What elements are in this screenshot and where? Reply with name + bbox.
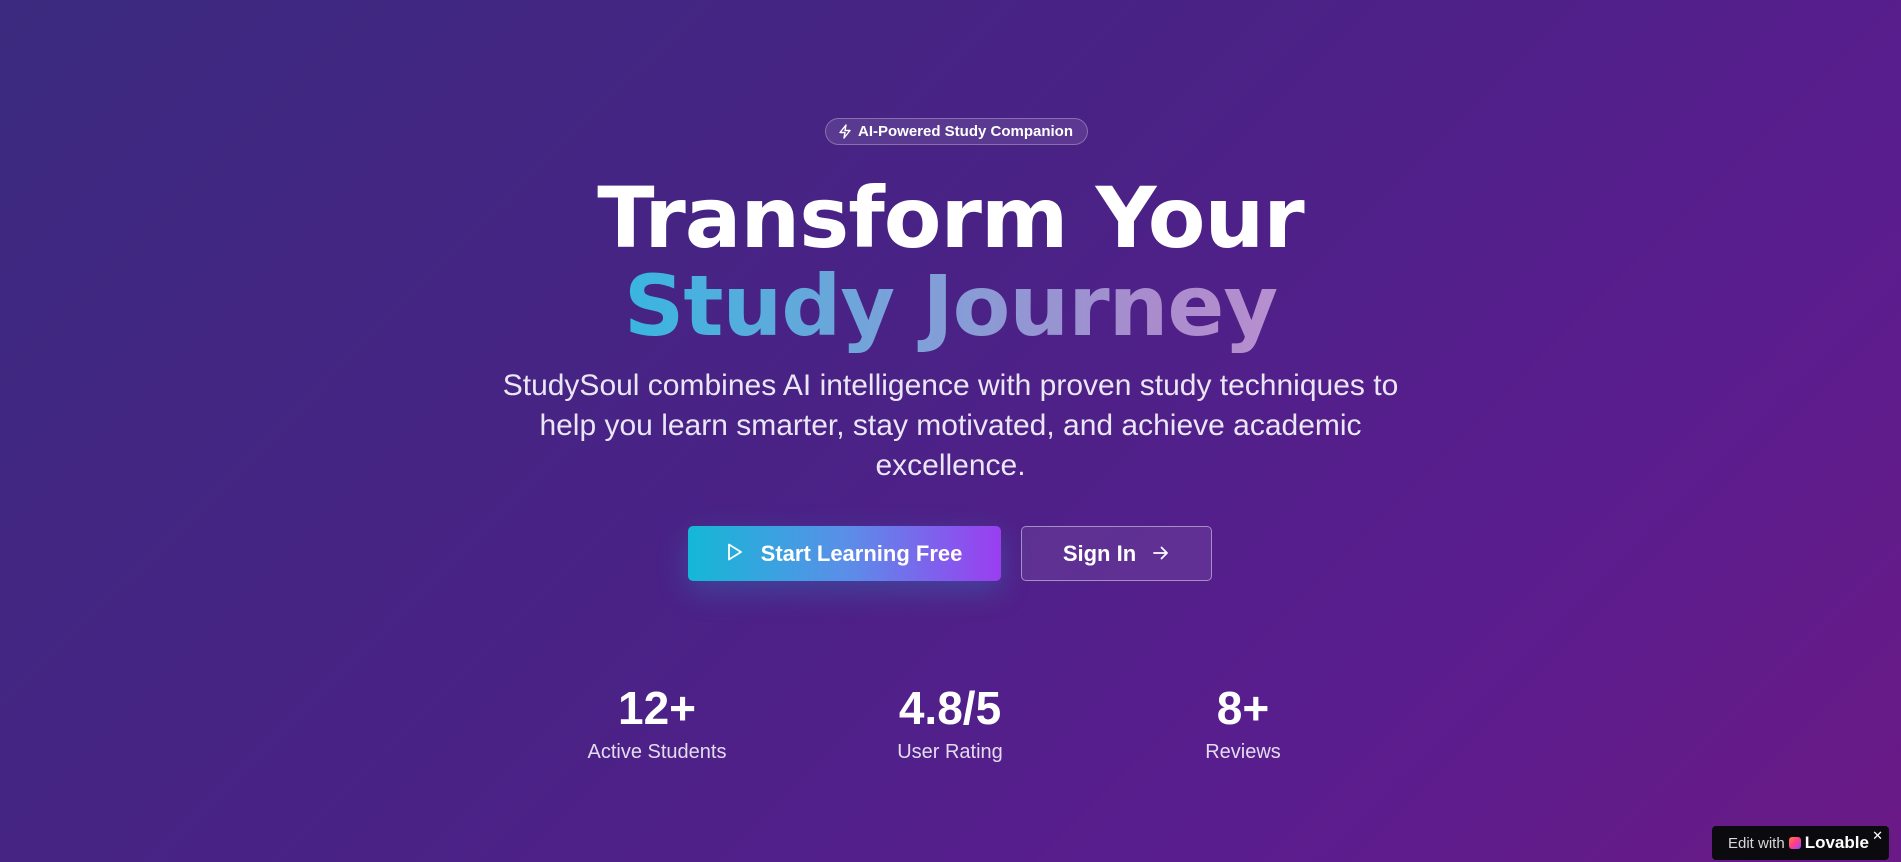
play-icon xyxy=(727,541,743,567)
arrow-right-icon xyxy=(1152,541,1170,567)
headline-line-2: Study Journey xyxy=(0,256,1901,356)
start-learning-button[interactable]: Start Learning Free xyxy=(688,526,1001,581)
edit-with-lovable-badge[interactable]: Edit with Lovable ✕ xyxy=(1712,826,1889,860)
headline-gradient-text: Study Journey xyxy=(623,257,1278,355)
lovable-brand: Lovable xyxy=(1804,833,1869,852)
lovable-prefix: Edit with xyxy=(1728,834,1785,852)
stat-value: 12+ xyxy=(617,682,697,734)
sign-in-label: Sign In xyxy=(1062,540,1137,566)
stat-label: Reviews xyxy=(1205,741,1281,763)
stat-value: 8+ xyxy=(1216,682,1270,734)
ai-badge-label: AI-Powered Study Companion xyxy=(858,123,1074,140)
stat-value: 4.8/5 xyxy=(898,682,1002,734)
lightning-icon xyxy=(838,124,852,139)
lovable-logo-icon xyxy=(1788,837,1801,849)
stat-user-rating: 4.8/5 User Rating xyxy=(850,678,1050,766)
headline-line-1: Transform Your xyxy=(597,169,1304,267)
ai-badge: AI-Powered Study Companion xyxy=(825,118,1089,145)
stat-label: Active Students xyxy=(587,741,727,763)
stat-reviews: 8+ Reviews xyxy=(1143,678,1343,766)
stat-active-students: 12+ Active Students xyxy=(557,678,757,766)
hero-section: AI-Powered Study Companion Transform You… xyxy=(0,0,1901,862)
start-learning-label: Start Learning Free xyxy=(760,540,963,566)
hero-description: StudySoul combines AI intelligence with … xyxy=(502,369,1399,482)
stat-label: User Rating xyxy=(897,741,1003,763)
sign-in-button[interactable]: Sign In xyxy=(1021,526,1212,581)
close-icon[interactable]: ✕ xyxy=(1872,828,1883,844)
